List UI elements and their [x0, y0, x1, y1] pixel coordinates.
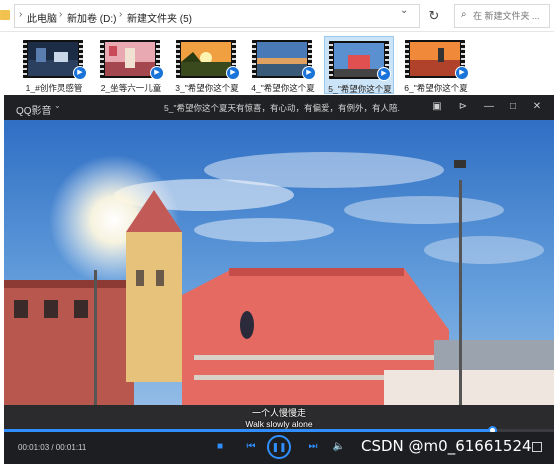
video-player-window: QQ影音 ⌄ 5_"希望你这个夏天有惊喜，有心动，有偏爱，有例外，有人陪... … [4, 95, 554, 464]
minimize-icon[interactable]: — [482, 100, 496, 114]
player-titlebar: QQ影音 ⌄ 5_"希望你这个夏天有惊喜，有心动，有偏爱，有例外，有人陪... … [4, 95, 554, 120]
breadcrumb-this-pc[interactable]: 此电脑 [27, 10, 57, 25]
thumbnail-image [410, 42, 460, 76]
search-input[interactable] [473, 6, 549, 26]
breadcrumb-drive[interactable]: 新加卷 (D:) [67, 10, 116, 25]
volume-icon[interactable]: 🔈 [332, 440, 346, 454]
search-icon: ⌕ [461, 9, 467, 20]
video-frame[interactable]: 一个人慢慢走 Walk slowly alone [4, 120, 554, 430]
thumbnail-image [257, 42, 307, 76]
stop-icon[interactable]: ■ [213, 440, 227, 454]
pin-icon[interactable]: ⊳ [456, 100, 470, 114]
file-item[interactable]: ▶ 2_坐等六一儿童 [96, 36, 166, 94]
video-badge-icon: ▶ [302, 66, 316, 80]
screenshot-icon[interactable]: ▣ [430, 100, 444, 114]
thumbnail-image [105, 42, 155, 76]
history-dropdown-icon[interactable]: ⌄ [400, 5, 408, 16]
search-box[interactable]: ⌕ [454, 4, 550, 28]
explorer-address-bar: › 此电脑 › 新加卷 (D:) › 新建文件夹 (5) ⌄ ↻ ⌕ [0, 0, 554, 32]
video-badge-icon: ▶ [150, 66, 164, 80]
fullscreen-icon[interactable] [532, 442, 542, 452]
next-icon[interactable]: ⏭ [306, 440, 320, 454]
thumbnail-image [181, 42, 231, 76]
file-item[interactable]: ▶ 4_"希望你这个夏 [248, 36, 318, 94]
file-name: 1_#创作灵感管 [25, 83, 83, 93]
file-item[interactable]: ▶ 6_"希望你这个夏 [401, 36, 471, 94]
breadcrumb[interactable]: › 此电脑 › 新加卷 (D:) › 新建文件夹 (5) [14, 4, 420, 28]
previous-icon[interactable]: ⏮ [244, 440, 258, 454]
pause-button[interactable]: ❚❚ [267, 435, 291, 459]
video-badge-icon: ▶ [377, 67, 391, 81]
video-badge-icon: ▶ [226, 66, 240, 80]
file-name: 2_坐等六一儿童 [100, 83, 162, 93]
file-name: 6_"希望你这个夏 [404, 83, 468, 93]
video-scene [4, 120, 554, 430]
close-icon[interactable]: ✕ [530, 100, 544, 114]
refresh-icon[interactable]: ↻ [424, 5, 444, 27]
maximize-icon[interactable]: □ [506, 100, 520, 114]
chevron-right-icon: › [59, 9, 63, 20]
file-item[interactable]: ▶ 1_#创作灵感管 [19, 36, 89, 94]
app-menu[interactable]: QQ影音 [16, 102, 52, 117]
folder-icon [0, 10, 10, 20]
file-name: 5_"希望你这个夏 [328, 84, 392, 94]
chevron-right-icon: › [19, 9, 23, 20]
player-controls: 00:01:03 / 00:01:11 ■ ⏮ ❚❚ ⏭ 🔈 CSDN @m0_… [4, 432, 554, 464]
thumbnail-image [28, 42, 78, 76]
time-display: 00:01:03 / 00:01:11 [18, 443, 87, 452]
chevron-down-icon[interactable]: ⌄ [54, 101, 61, 110]
chevron-right-icon: › [119, 9, 123, 20]
subtitle-chinese: 一个人慢慢走 [251, 408, 306, 418]
subtitle-english: Walk slowly alone [245, 419, 313, 429]
file-thumbnails: ▶ 1_#创作灵感管 ▶ 2_坐等六一儿童 ▶ 3_"希望你这个夏 ▶ 4_"希… [0, 36, 554, 94]
video-badge-icon: ▶ [455, 66, 469, 80]
watermark-text: CSDN @m0_61661524 [361, 437, 532, 455]
breadcrumb-folder[interactable]: 新建文件夹 (5) [127, 10, 192, 25]
file-item-selected[interactable]: ▶ 5_"希望你这个夏 [324, 36, 394, 94]
file-name: 4_"希望你这个夏 [251, 83, 315, 93]
video-badge-icon: ▶ [73, 66, 87, 80]
video-title: 5_"希望你这个夏天有惊喜，有心动，有偏爱，有例外，有人陪... [164, 103, 400, 113]
file-item[interactable]: ▶ 3_"希望你这个夏 [172, 36, 242, 94]
file-name: 3_"希望你这个夏 [175, 83, 239, 93]
